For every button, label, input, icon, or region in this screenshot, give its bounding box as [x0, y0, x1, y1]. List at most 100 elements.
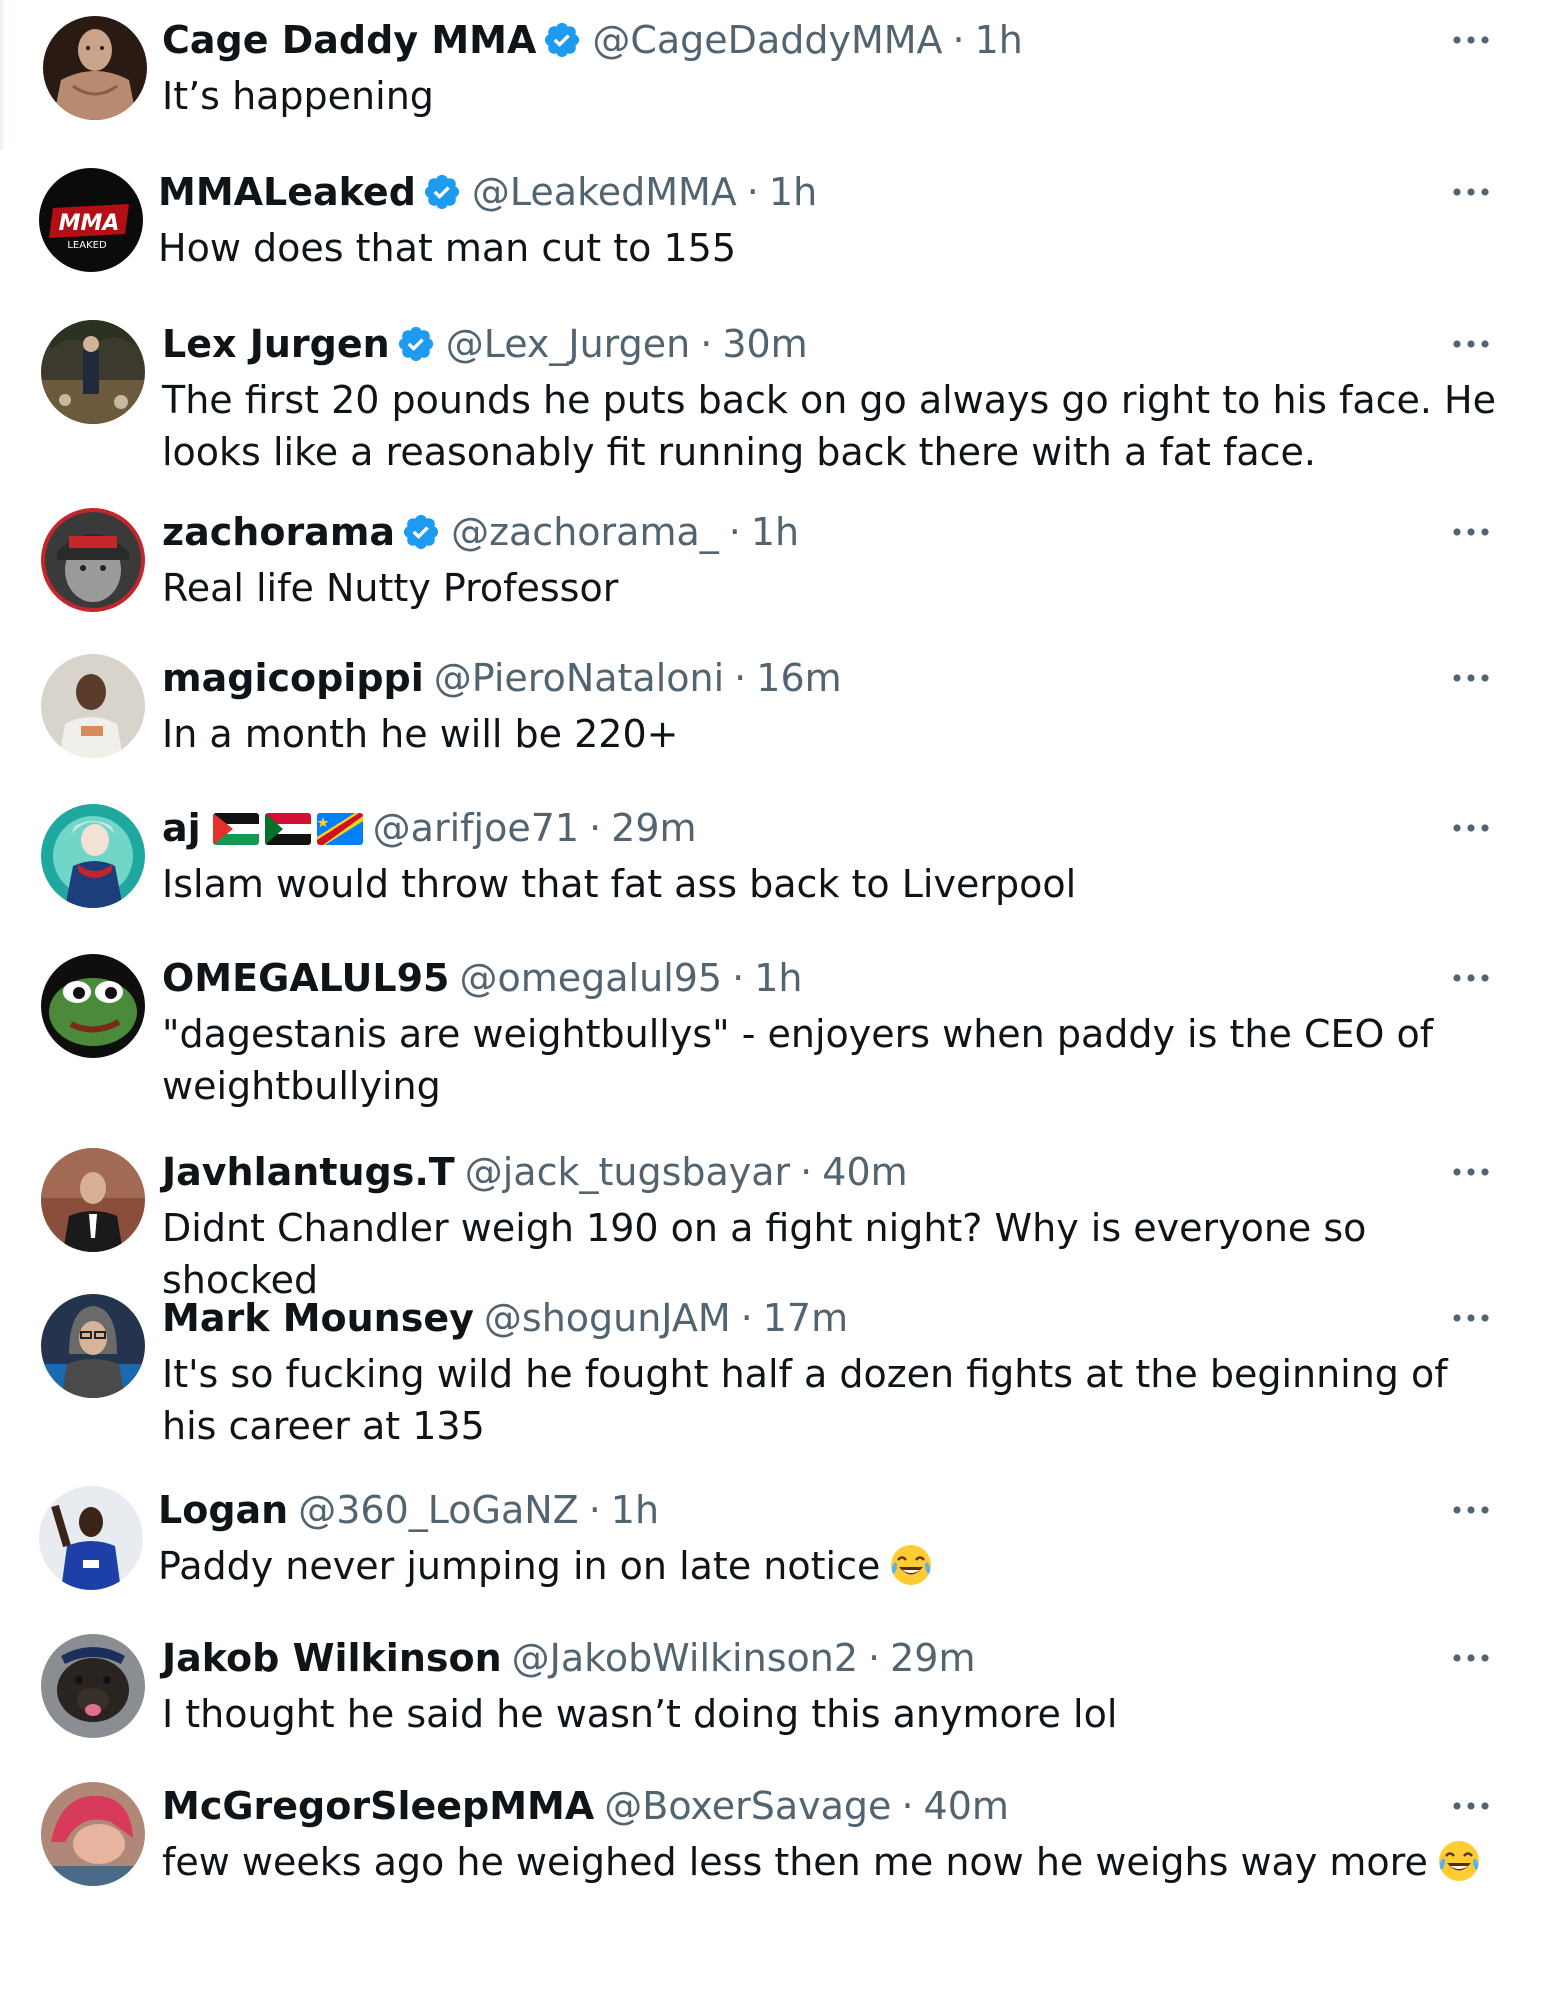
- timestamp[interactable]: 1h: [754, 956, 802, 1000]
- separator-dot: ·: [800, 1150, 813, 1194]
- timestamp[interactable]: 1h: [751, 510, 799, 554]
- reply-text: The first 20 pounds he puts back on go a…: [162, 378, 1509, 474]
- replies-feed: Cage Daddy MMA @CageDaddyMMA · 1h It’s happ…: [0, 0, 1545, 2000]
- svg-text:LEAKED: LEAKED: [67, 240, 107, 251]
- display-name[interactable]: Logan: [158, 1488, 288, 1532]
- palestine-flag-icon: [212, 813, 259, 845]
- timestamp[interactable]: 17m: [763, 1296, 848, 1340]
- svg-text:MMA: MMA: [59, 211, 120, 236]
- user-handle[interactable]: @jack_tugsbayar: [465, 1150, 790, 1194]
- verified-badge-icon: [401, 512, 441, 552]
- congo-flag-icon: [316, 813, 363, 845]
- timestamp[interactable]: 40m: [924, 1784, 1009, 1828]
- red-hair-person-avatar[interactable]: [41, 1782, 145, 1886]
- display-name[interactable]: McGregorSleepMMA: [162, 1784, 594, 1828]
- user-handle[interactable]: @shogunJAM: [484, 1296, 731, 1340]
- user-handle[interactable]: @PieroNataloni: [434, 656, 724, 700]
- separator-dot: ·: [734, 656, 747, 700]
- timestamp[interactable]: 1h: [975, 18, 1023, 62]
- reply-text: Didnt Chandler weigh 190 on a fight nigh…: [162, 1206, 1379, 1302]
- display-name[interactable]: zachorama: [162, 510, 395, 554]
- user-handle[interactable]: @LeakedMMA: [472, 170, 737, 214]
- more-options-icon[interactable]: [1449, 1156, 1493, 1188]
- tears-of-joy-emoji-icon: [888, 1542, 934, 1588]
- reply-text-content: Paddy never jumping in on late notice: [158, 1544, 881, 1588]
- sudan-flag-icon: [264, 813, 311, 845]
- muscular-man-avatar[interactable]: [43, 16, 147, 120]
- display-name[interactable]: Javhlantugs.T: [162, 1150, 455, 1194]
- more-options-icon[interactable]: [1449, 176, 1493, 208]
- timestamp[interactable]: 29m: [611, 806, 696, 850]
- timestamp[interactable]: 1h: [611, 1488, 659, 1532]
- reply-text-content: few weeks ago he weighed less then me no…: [162, 1840, 1428, 1884]
- display-name[interactable]: Lex Jurgen: [162, 322, 390, 366]
- separator-dot: ·: [732, 956, 745, 1000]
- reply-text: Islam would throw that fat ass back to L…: [162, 862, 1077, 906]
- user-handle[interactable]: @Lex_Jurgen: [446, 322, 691, 366]
- timestamp[interactable]: 30m: [722, 322, 807, 366]
- reply-text: "dagestanis are weightbullys" - enjoyers…: [162, 1012, 1446, 1108]
- dog-avatar[interactable]: [41, 1634, 145, 1738]
- user-handle[interactable]: @omegalul95: [460, 956, 723, 1000]
- verified-badge-icon: [422, 172, 462, 212]
- more-options-icon[interactable]: [1449, 662, 1493, 694]
- suited-man-avatar[interactable]: [41, 1148, 145, 1252]
- reply-header: OMEGALUL95 @omegalul95 · 1h: [162, 952, 802, 1004]
- young-man-avatar[interactable]: [41, 654, 145, 758]
- outdoor-photo-avatar[interactable]: [41, 320, 145, 424]
- more-options-icon[interactable]: [1449, 24, 1493, 56]
- reply-text: Paddy never jumping in on late notice: [158, 1540, 1498, 1592]
- verified-badge-icon: [396, 324, 436, 364]
- more-options-icon[interactable]: [1449, 962, 1493, 994]
- reply-header: Logan @360_LoGaNZ · 1h: [158, 1484, 659, 1536]
- display-name[interactable]: MMALeaked: [158, 170, 416, 214]
- user-handle[interactable]: @BoxerSavage: [604, 1784, 891, 1828]
- reply-header: Javhlantugs.T @jack_tugsbayar · 40m: [162, 1146, 908, 1198]
- footballer-avatar[interactable]: [39, 1486, 143, 1590]
- reply-header: McGregorSleepMMA @BoxerSavage · 40m: [162, 1780, 1009, 1832]
- reply-text: It’s happening: [162, 74, 434, 118]
- more-options-icon[interactable]: [1449, 516, 1493, 548]
- separator-dot: ·: [952, 18, 965, 62]
- anime-character-avatar[interactable]: [41, 804, 145, 908]
- cap-man-avatar[interactable]: [41, 508, 145, 612]
- display-name[interactable]: aj: [162, 806, 201, 850]
- separator-dot: ·: [868, 1636, 881, 1680]
- display-name[interactable]: Cage Daddy MMA: [162, 18, 536, 62]
- more-options-icon[interactable]: [1449, 812, 1493, 844]
- more-options-icon[interactable]: [1449, 1642, 1493, 1674]
- hooded-man-avatar[interactable]: [41, 1294, 145, 1398]
- user-handle[interactable]: @CageDaddyMMA: [592, 18, 942, 62]
- reply-header: magicopippi @PieroNataloni · 16m: [162, 652, 842, 704]
- more-options-icon[interactable]: [1449, 1790, 1493, 1822]
- more-options-icon[interactable]: [1449, 328, 1493, 360]
- reply-text: It's so fucking wild he fought half a do…: [162, 1352, 1460, 1448]
- pepe-frog-avatar[interactable]: [41, 954, 145, 1058]
- reply-text: Real life Nutty Professor: [162, 566, 619, 610]
- reply-text: How does that man cut to 155: [158, 226, 737, 270]
- user-handle[interactable]: @360_LoGaNZ: [298, 1488, 578, 1532]
- separator-dot: ·: [588, 1488, 601, 1532]
- more-options-icon[interactable]: [1449, 1494, 1493, 1526]
- separator-dot: ·: [740, 1296, 753, 1340]
- user-handle[interactable]: @JakobWilkinson2: [512, 1636, 858, 1680]
- reply-header: zachorama @zachorama_ · 1h: [162, 506, 799, 558]
- more-options-icon[interactable]: [1449, 1302, 1493, 1334]
- separator-dot: ·: [746, 170, 759, 214]
- user-handle[interactable]: @arifjoe71: [373, 806, 579, 850]
- display-name[interactable]: OMEGALUL95: [162, 956, 450, 1000]
- display-name[interactable]: Mark Mounsey: [162, 1296, 474, 1340]
- timestamp[interactable]: 40m: [822, 1150, 907, 1194]
- user-handle[interactable]: @zachorama_: [451, 510, 719, 554]
- reply-text: I thought he said he wasn’t doing this a…: [162, 1692, 1118, 1736]
- separator-dot: ·: [901, 1784, 914, 1828]
- display-name[interactable]: Jakob Wilkinson: [162, 1636, 502, 1680]
- timestamp[interactable]: 1h: [769, 170, 817, 214]
- timestamp[interactable]: 16m: [756, 656, 841, 700]
- mma-leaked-logo-avatar[interactable]: MMA LEAKED: [39, 168, 143, 272]
- separator-dot: ·: [589, 806, 602, 850]
- reply-header: Mark Mounsey @shogunJAM · 17m: [162, 1292, 848, 1344]
- verified-badge-icon: [542, 20, 582, 60]
- display-name[interactable]: magicopippi: [162, 656, 424, 700]
- timestamp[interactable]: 29m: [890, 1636, 975, 1680]
